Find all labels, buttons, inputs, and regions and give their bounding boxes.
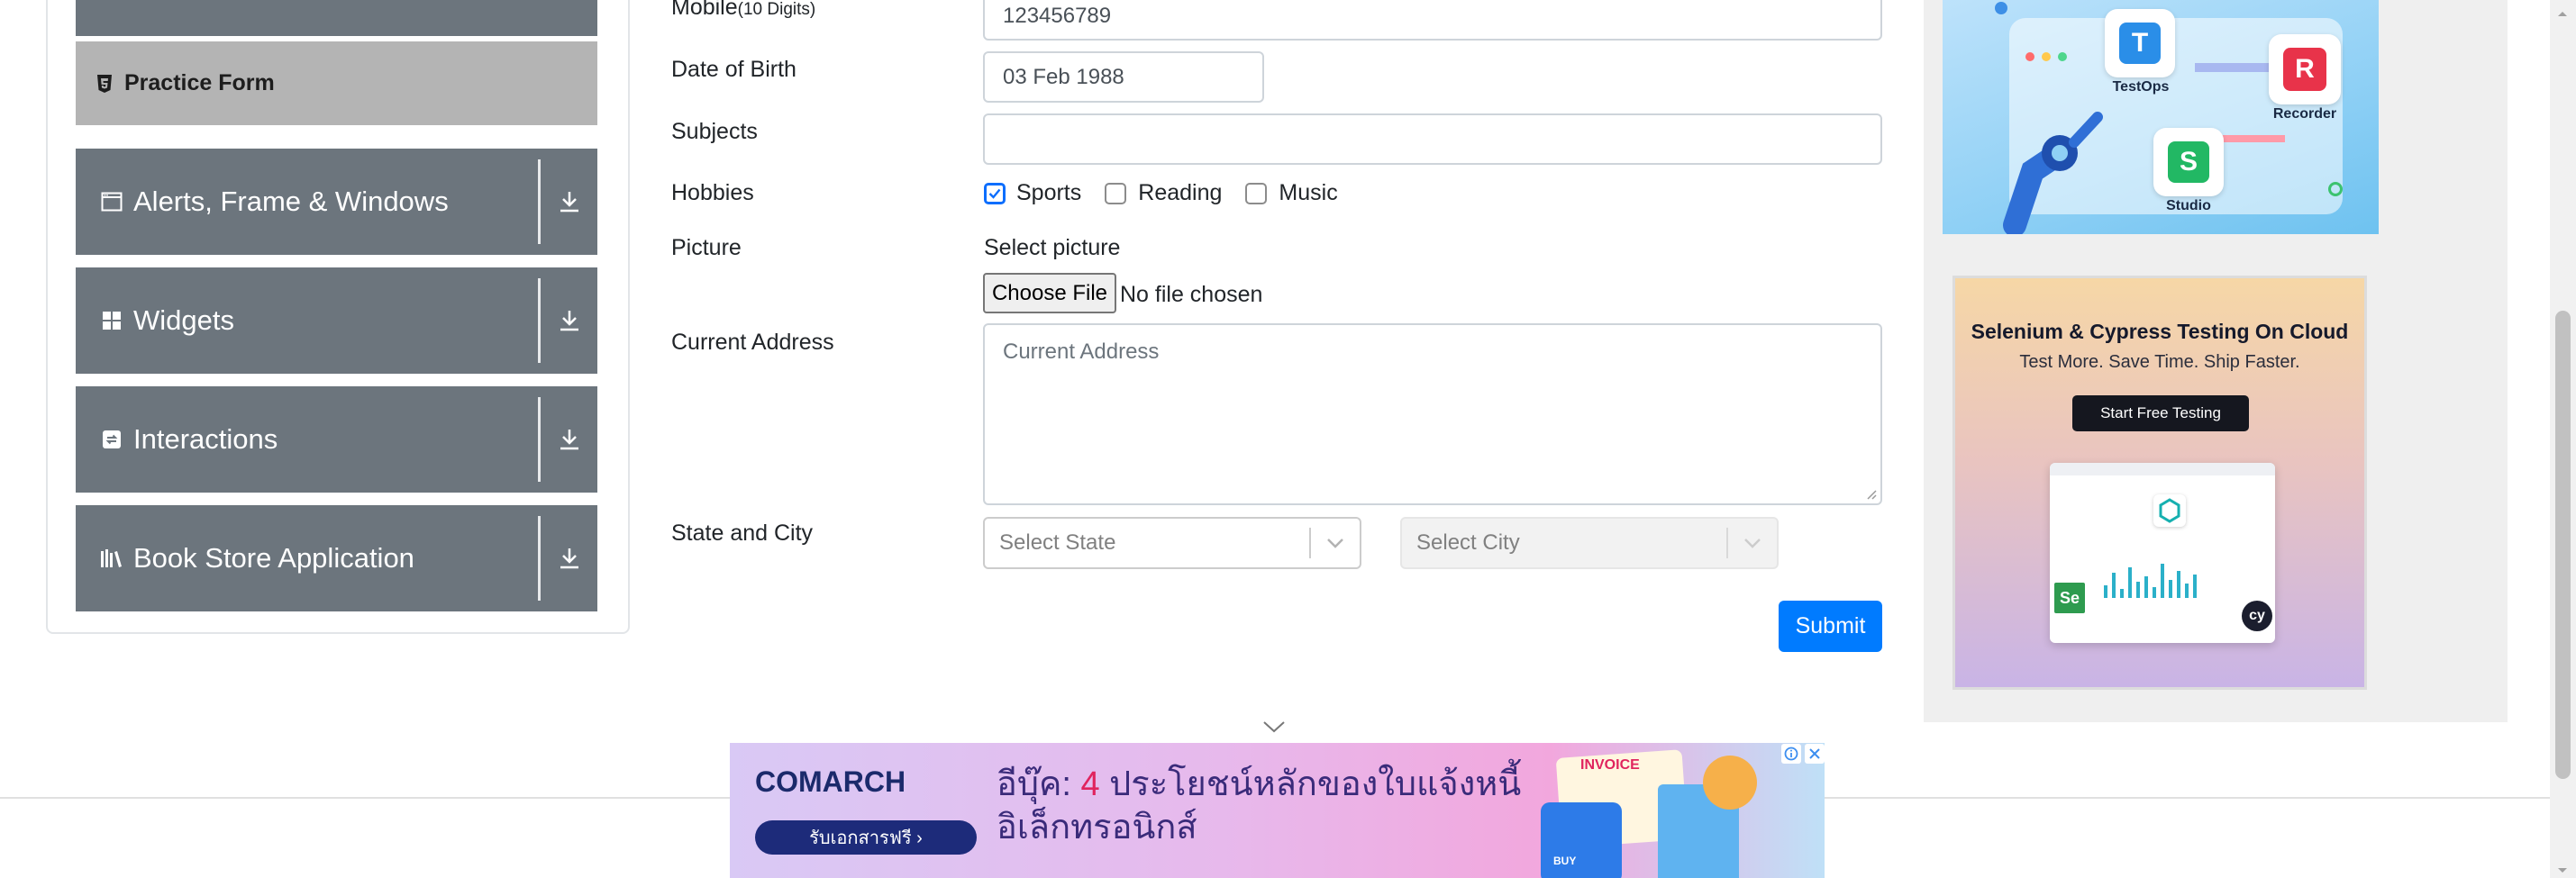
city-select-value: Select City: [1416, 530, 1520, 555]
banner-headline: อีบุ๊ค: 4 ประโยชน์หลักของใบแจ้งหนี้อิเล็…: [997, 765, 1522, 846]
books-icon: [99, 546, 124, 571]
sidebar-group-label: Widgets: [133, 304, 234, 336]
state-city-label: State and City: [671, 520, 814, 546]
chevron-down-icon[interactable]: [1728, 538, 1777, 548]
state-select[interactable]: Select State: [983, 517, 1361, 569]
download-arrow-icon[interactable]: [541, 149, 597, 255]
scrollbar-thumb[interactable]: [2555, 311, 2571, 779]
html5-icon: [97, 74, 112, 93]
lambdatest-ad[interactable]: Selenium & Cypress Testing On Cloud Test…: [1952, 276, 2367, 690]
city-select[interactable]: Select City: [1400, 517, 1779, 569]
ad-choices[interactable]: [1781, 744, 1825, 764]
sidebar-group-label: Book Store Application: [133, 542, 414, 574]
banner-brand: COMARCH: [755, 765, 906, 798]
studio-logo-icon: S: [2153, 128, 2224, 196]
testops-label: TestOps: [2112, 79, 2170, 95]
sidebar-group-interactions[interactable]: Interactions: [76, 386, 597, 493]
window-icon: [99, 189, 124, 214]
ad-info-icon[interactable]: [1781, 744, 1801, 764]
subjects-input[interactable]: [983, 113, 1882, 165]
address-textarea[interactable]: Current Address: [983, 323, 1882, 505]
ad-title: Selenium & Cypress Testing On Cloud: [1971, 320, 2349, 343]
sidebar-item-practice-form[interactable]: Practice Form: [76, 41, 597, 125]
scroll-down-arrow-icon[interactable]: [2557, 863, 2568, 878]
mobile-input[interactable]: 123456789: [983, 0, 1882, 41]
hobbies-group: Sports Reading Music: [984, 180, 1338, 206]
mobile-label: Mobile(10 Digits): [671, 0, 816, 20]
decor-dot: [2042, 52, 2051, 61]
file-status-text: No file chosen: [1120, 282, 1263, 307]
hobbies-label: Hobbies: [671, 180, 754, 205]
dob-label: Date of Birth: [671, 57, 796, 82]
katalon-ad[interactable]: T TestOps R Recorder S Studio: [1943, 0, 2379, 234]
checkmark-icon: [988, 188, 1001, 199]
close-icon[interactable]: [1805, 744, 1825, 764]
decor-dot: [2058, 52, 2067, 61]
robot-arm-illustration: [1997, 90, 2105, 234]
sidebar-group-alerts[interactable]: Alerts, Frame & Windows: [76, 149, 597, 255]
scroll-hint-chevron-icon[interactable]: [1262, 720, 1286, 738]
invoice-illustration: INVOICE BUY: [1523, 748, 1793, 878]
banner-cta-button[interactable]: รับเอกสารฟรี ›: [755, 820, 977, 855]
studio-label: Studio: [2166, 198, 2211, 213]
download-arrow-icon[interactable]: [541, 267, 597, 374]
decor-dot: [2025, 52, 2034, 61]
widgets-icon: [99, 308, 124, 333]
dob-input[interactable]: 03 Feb 1988: [983, 51, 1264, 103]
sidebar-group-label: Alerts, Frame & Windows: [133, 186, 449, 217]
resize-handle-icon[interactable]: [1866, 489, 1877, 500]
address-label: Current Address: [671, 330, 834, 355]
chevron-down-icon[interactable]: [1311, 538, 1360, 548]
sidebar-group-label: Interactions: [133, 423, 278, 455]
sidebar-item-label: Practice Form: [124, 70, 275, 95]
choose-file-button[interactable]: Choose File: [983, 273, 1116, 313]
sidebar-group-forms[interactable]: [76, 0, 597, 36]
ad-subtitle: Test More. Save Time. Ship Faster.: [2019, 352, 2300, 372]
sidebar-group-bookstore[interactable]: Book Store Application: [76, 505, 597, 611]
hobby-music-checkbox[interactable]: [1245, 182, 1268, 204]
hobby-reading-checkbox[interactable]: [1105, 182, 1127, 204]
picture-label: Picture: [671, 235, 742, 260]
cypress-logo-icon: cy: [2242, 601, 2272, 631]
recorder-logo-icon: R: [2269, 34, 2341, 104]
subjects-label: Subjects: [671, 119, 758, 144]
sidebar-group-widgets[interactable]: Widgets: [76, 267, 597, 374]
submit-button[interactable]: Submit: [1779, 601, 1882, 652]
scroll-up-arrow-icon[interactable]: [2557, 5, 2568, 22]
testops-logo-icon: T: [2105, 9, 2175, 77]
download-arrow-icon[interactable]: [541, 386, 597, 493]
decor-ring: [2328, 182, 2343, 196]
hobby-reading-label[interactable]: Reading: [1138, 180, 1222, 206]
download-arrow-icon[interactable]: [541, 505, 597, 611]
decor-dot: [1995, 2, 2007, 14]
start-free-testing-button[interactable]: Start Free Testing: [2072, 395, 2249, 431]
hobby-sports-label[interactable]: Sports: [1016, 180, 1081, 206]
interactions-icon: [99, 427, 124, 452]
hobby-sports-checkbox[interactable]: [984, 182, 1006, 204]
select-picture-text: Select picture: [984, 235, 1121, 260]
selenium-logo-icon: Se: [2053, 581, 2087, 615]
state-select-value: Select State: [999, 530, 1116, 555]
lambdatest-logo-icon: [2153, 494, 2186, 527]
hobby-music-label[interactable]: Music: [1279, 180, 1337, 206]
recorder-label: Recorder: [2272, 106, 2337, 122]
decor-bar: [2195, 63, 2276, 72]
decor-bar: [2213, 135, 2285, 142]
comarch-banner-ad[interactable]: COMARCH รับเอกสารฟรี › อีบุ๊ค: 4 ประโยชน…: [730, 743, 1825, 878]
